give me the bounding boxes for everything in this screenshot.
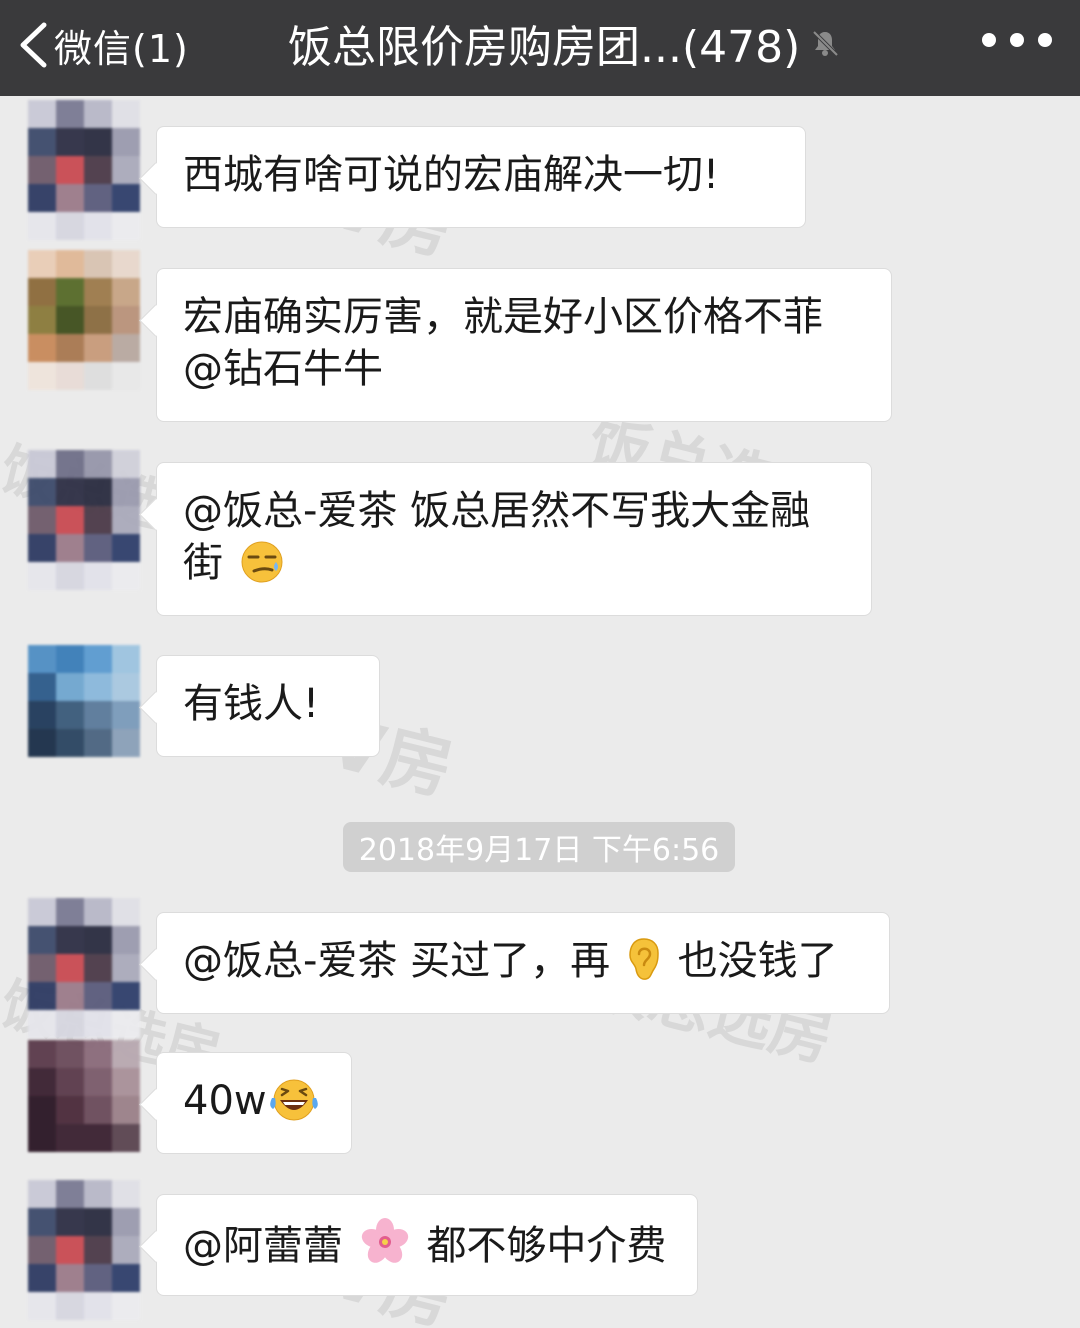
more-dot (1010, 33, 1024, 47)
message-text: 街 (183, 540, 223, 586)
message-bubble[interactable]: 西城有啥可说的宏庙解决一切! (156, 126, 806, 228)
avatar[interactable] (28, 898, 140, 1038)
message-bubble[interactable]: 有钱人! (156, 655, 380, 757)
timestamp-divider: 2018年9月17日 下午6:56 (343, 822, 735, 872)
message-text: 宏庙确实厉害，就是好小区价格不菲 (183, 294, 823, 340)
mention-text: @钻石牛牛 (183, 346, 383, 392)
message-bubble[interactable]: @饭总-爱茶 买过了，再 也没钱了 (156, 912, 890, 1014)
chat-title: 饭总限价房购房团...(478) (288, 8, 840, 78)
avatar[interactable] (28, 1040, 140, 1152)
cherry-blossom-emoji (360, 1217, 410, 1280)
message-text: 西城有啥可说的宏庙解决一切! (183, 152, 720, 198)
avatar[interactable] (28, 645, 140, 757)
laughing-tears-emoji (267, 1078, 321, 1135)
message-bubble[interactable]: 宏庙确实厉害，就是好小区价格不菲 @钻石牛牛 (156, 268, 892, 422)
message-text: @饭总-爱茶 买过了，再 (183, 938, 611, 984)
back-label: 微信(1) (54, 26, 189, 71)
bell-mute-icon (810, 28, 840, 58)
avatar[interactable] (28, 100, 140, 240)
more-dot (982, 33, 996, 47)
smirk-emoji (240, 540, 284, 597)
message-text: 也没钱了 (677, 938, 838, 984)
more-dots-icon[interactable] (982, 22, 1052, 58)
message-text: 都不够中介费 (426, 1223, 667, 1269)
message-text: @饭总-爱茶 饭总居然不写我大金融 (183, 488, 811, 534)
message-text: 40w (183, 1078, 267, 1124)
avatar[interactable] (28, 1180, 140, 1320)
more-dot (1038, 33, 1052, 47)
back-button[interactable]: 微信(1) (18, 10, 189, 80)
avatar[interactable] (28, 450, 140, 590)
chat-title-text: 饭总限价房购房团...(478) (288, 22, 801, 73)
ear-emoji (627, 936, 661, 995)
navbar: 微信(1) 饭总限价房购房团...(478) (0, 0, 1080, 96)
avatar[interactable] (28, 250, 140, 390)
mention-text: @阿蕾蕾 (183, 1223, 343, 1269)
message-bubble[interactable]: 40w (156, 1052, 352, 1154)
message-text: 有钱人! (183, 681, 320, 727)
message-bubble[interactable]: @阿蕾蕾 都不够中介费 (156, 1194, 698, 1296)
message-bubble[interactable]: @饭总-爱茶 饭总居然不写我大金融 街 (156, 462, 872, 616)
chevron-left-icon (20, 22, 47, 68)
message-text-line: 街 (183, 537, 845, 597)
